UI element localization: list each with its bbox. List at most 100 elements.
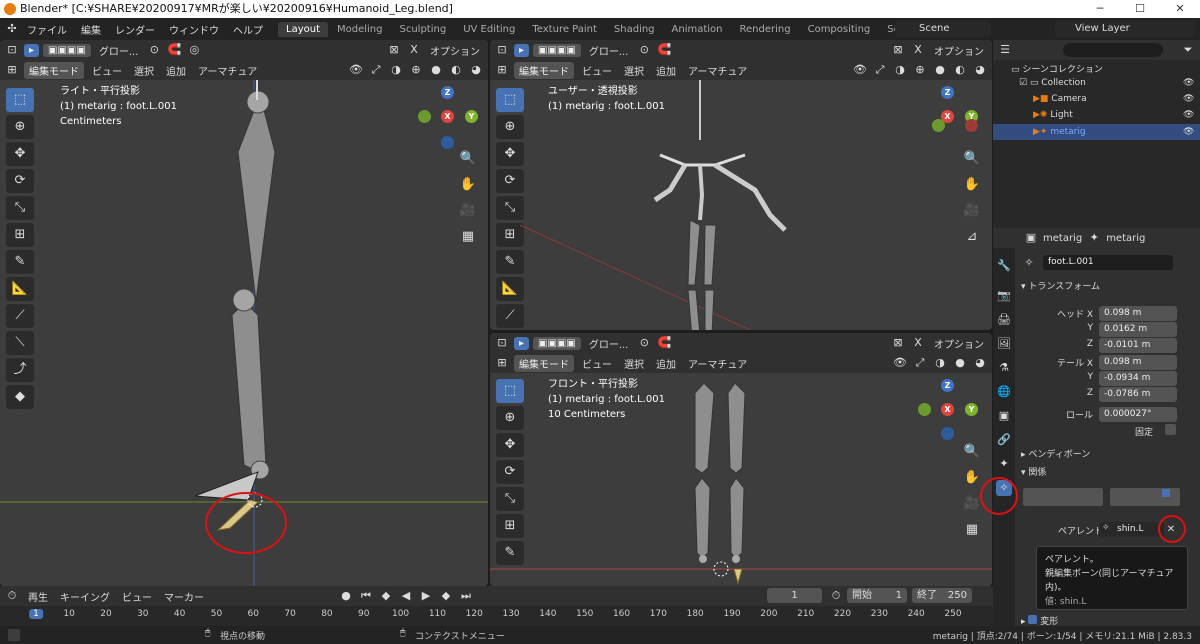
frame-tick-label[interactable]: 100 <box>392 609 409 619</box>
x-mirror-toggle[interactable]: X <box>910 335 926 351</box>
gizmo-z-axis[interactable]: Z <box>941 86 954 99</box>
menu-armature[interactable]: アーマチュア <box>684 355 751 372</box>
frame-tick-label[interactable]: 70 <box>284 609 295 619</box>
gizmo-x-axis[interactable]: X <box>441 110 454 123</box>
overlay-icon[interactable]: ◑ <box>388 62 404 78</box>
editor-type-icon[interactable]: ☰ <box>997 42 1013 58</box>
tab-texture-paint[interactable]: Texture Paint <box>524 22 605 37</box>
menu-help[interactable]: ヘルプ <box>226 22 270 37</box>
frame-tick-label[interactable]: 50 <box>211 609 222 619</box>
x-mirror-toggle[interactable]: X <box>910 42 926 58</box>
next-key-icon[interactable]: ◆ <box>438 588 454 604</box>
menu-select[interactable]: 選択 <box>130 62 158 79</box>
transform-orientation-dropdown[interactable]: グロー... <box>585 335 633 352</box>
menu-file[interactable]: ファイル <box>20 22 74 37</box>
render-tab-icon[interactable]: 📷 <box>996 288 1012 304</box>
tab-sculpting[interactable]: Sculpting <box>392 22 455 37</box>
eye-icon[interactable]: 👁 <box>1183 110 1194 120</box>
frame-tick-label[interactable]: 10 <box>63 609 74 619</box>
mode-dropdown[interactable]: 編集モード <box>24 61 84 79</box>
menu-view[interactable]: ビュー <box>578 355 616 372</box>
gizmo-z-axis[interactable]: Z <box>441 86 454 99</box>
outliner-item-camera[interactable]: ▶■ Camera 👁 <box>1033 94 1200 104</box>
frame-tick-label[interactable]: 160 <box>613 609 630 619</box>
tab-shading[interactable]: Shading <box>606 22 663 37</box>
bone-name-field[interactable]: foot.L.001 <box>1043 255 1173 270</box>
world-tab-icon[interactable]: 🌐 <box>996 384 1012 400</box>
stopwatch-icon[interactable]: ⏱ <box>828 588 844 604</box>
gizmo-neg-z-axis[interactable] <box>941 427 954 440</box>
playback-menu[interactable]: 再生 <box>24 588 52 605</box>
checkbox-icon[interactable]: ☑ ▭ <box>1019 78 1041 88</box>
bone-layers-grid-right[interactable] <box>1110 488 1180 506</box>
frame-tick-label[interactable]: 240 <box>908 609 925 619</box>
xray-icon[interactable]: ⊠ <box>890 42 906 58</box>
frame-tick-label[interactable]: 210 <box>797 609 814 619</box>
visibility-icon[interactable]: 👁 <box>348 62 364 78</box>
select-mode-icons[interactable]: ▣▣▣▣ <box>43 43 91 57</box>
frame-tick-label[interactable]: 60 <box>248 609 259 619</box>
frame-tick-label[interactable]: 30 <box>137 609 148 619</box>
frame-tick-label[interactable]: 170 <box>650 609 667 619</box>
relations-panel-header[interactable]: ▾ 関係 <box>1021 465 1046 478</box>
tab-animation[interactable]: Animation <box>664 22 731 37</box>
object-tab-icon[interactable]: ▣ <box>996 408 1012 424</box>
head-y-field[interactable]: 0.0162 m <box>1099 322 1177 337</box>
menu-view[interactable]: ビュー <box>88 62 126 79</box>
gizmo-neg-y-axis[interactable] <box>932 119 945 132</box>
frame-tick-label[interactable]: 120 <box>466 609 483 619</box>
current-frame-field[interactable]: 1 <box>767 588 822 603</box>
shading-render-icon[interactable]: ◕ <box>972 355 988 371</box>
jump-end-icon[interactable]: ⏭ <box>458 588 474 604</box>
frame-ruler[interactable]: 1 10 20 30 40 50 60 70 80 90 100 110 120 130 140 150 160… <box>0 606 993 626</box>
play-icon[interactable]: ▶ <box>418 588 434 604</box>
mode-dropdown[interactable]: 編集モード <box>514 61 574 79</box>
tail-z-field[interactable]: -0.0786 m <box>1099 387 1177 402</box>
outliner-item-metarig[interactable]: ▶✦ metarig 👁 <box>993 124 1200 140</box>
xray-icon[interactable]: ⊠ <box>890 335 906 351</box>
x-mirror-toggle[interactable]: X <box>406 42 422 58</box>
frame-tick-label[interactable]: 80 <box>321 609 332 619</box>
menu-select[interactable]: 選択 <box>620 355 648 372</box>
tool-tab-icon[interactable]: 🔧 <box>996 258 1012 274</box>
tail-x-field[interactable]: 0.098 m <box>1099 355 1177 370</box>
pan-hand-icon[interactable]: ✋ <box>961 467 983 489</box>
transform-orientation-dropdown[interactable]: グロー... <box>95 42 143 59</box>
snap-icon[interactable]: 🧲 <box>656 335 672 351</box>
pivot-icon[interactable]: ⊙ <box>636 42 652 58</box>
menu-toggle-icon[interactable]: ⊞ <box>494 355 510 371</box>
gizmo-y-axis[interactable]: Y <box>965 403 978 416</box>
menu-armature[interactable]: アーマチュア <box>684 62 751 79</box>
shading-solid-icon[interactable]: ● <box>428 62 444 78</box>
viewport-front-ortho[interactable]: ⊡ ▸ ▣▣▣▣ グロー... ⊙ 🧲 ⊠ X オプション ⊞ 編集モード ビュ… <box>490 333 992 586</box>
frame-tick-label[interactable]: 110 <box>429 609 446 619</box>
tail-y-field[interactable]: -0.0934 m <box>1099 371 1177 386</box>
select-mode-icons[interactable]: ▣▣▣▣ <box>533 43 581 57</box>
menu-toggle-icon[interactable]: ⊞ <box>494 62 510 78</box>
minimize-icon[interactable]: ─ <box>1080 0 1120 18</box>
gizmo-icon[interactable]: ⤢ <box>872 62 888 78</box>
frame-tick-label[interactable]: 90 <box>358 609 369 619</box>
gizmo-x-axis[interactable]: X <box>941 403 954 416</box>
shading-render-icon[interactable]: ◕ <box>972 62 988 78</box>
gizmo-neg-x-axis[interactable] <box>965 119 978 132</box>
gizmo-neg-y-axis[interactable] <box>918 403 931 416</box>
outliner-item-collection[interactable]: ☑ ▭ Collection 👁 <box>1019 78 1200 88</box>
tab-uv-editing[interactable]: UV Editing <box>455 22 523 37</box>
frame-tick-label[interactable]: 230 <box>871 609 888 619</box>
tab-layout[interactable]: Layout <box>278 21 328 37</box>
perspective-toggle-icon[interactable]: ⊿ <box>961 226 983 248</box>
pivot-icon[interactable]: ⊙ <box>146 42 162 58</box>
blender-menu-icon[interactable]: ✣ <box>4 21 20 37</box>
frame-tick-label[interactable]: 130 <box>502 609 519 619</box>
scene-selector[interactable]: Scene <box>895 21 991 37</box>
overlay-icon[interactable]: ◑ <box>932 355 948 371</box>
eye-icon[interactable]: 👁 <box>1183 124 1194 140</box>
tab-compositing[interactable]: Compositing <box>800 22 879 37</box>
gizmo-icon[interactable]: ⤢ <box>912 355 928 371</box>
gizmo-y-axis[interactable]: Y <box>465 110 478 123</box>
eye-icon[interactable]: 👁 <box>1183 78 1194 88</box>
frame-tick-label[interactable]: 1 <box>29 609 43 619</box>
tab-modeling[interactable]: Modeling <box>329 22 391 37</box>
timeline-view-menu[interactable]: ビュー <box>118 588 156 605</box>
